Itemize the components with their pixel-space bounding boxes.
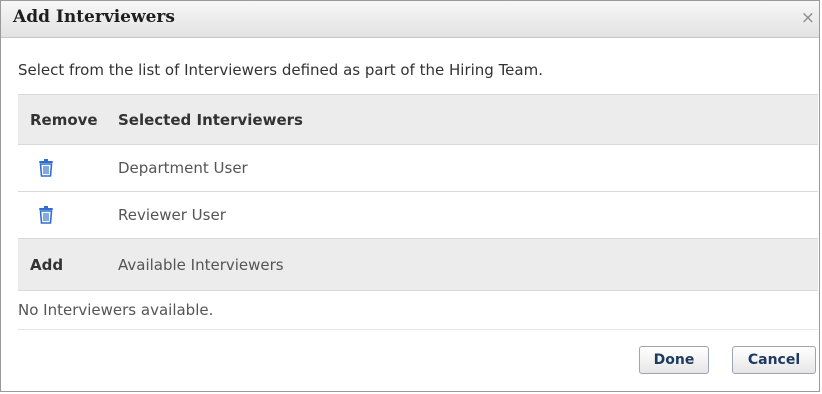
- selected-table-header: Remove Selected Interviewers: [18, 94, 818, 144]
- dialog-instructions: Select from the list of Interviewers def…: [18, 61, 543, 79]
- empty-state-row: No Interviewers available.: [18, 290, 818, 330]
- interviewer-name: Reviewer User: [118, 206, 226, 224]
- done-button[interactable]: Done: [639, 346, 709, 374]
- dialog-title: Add Interviewers: [13, 7, 175, 27]
- dialog-titlebar: Add Interviewers ×: [1, 1, 819, 38]
- table-row: Reviewer User: [18, 191, 818, 238]
- interviewer-name: Department User: [118, 159, 248, 177]
- table-row: Department User: [18, 144, 818, 191]
- close-icon[interactable]: ×: [801, 10, 815, 27]
- cancel-button[interactable]: Cancel: [732, 346, 816, 374]
- empty-state-message: No Interviewers available.: [18, 301, 214, 319]
- trash-icon[interactable]: [38, 206, 54, 224]
- trash-icon[interactable]: [38, 159, 54, 177]
- remove-column-header: Remove: [30, 110, 98, 129]
- available-table-header: Add Available Interviewers: [18, 238, 818, 290]
- selected-interviewers-column-header: Selected Interviewers: [118, 110, 303, 129]
- available-interviewers-column-header: Available Interviewers: [118, 255, 284, 274]
- add-column-header: Add: [30, 255, 64, 274]
